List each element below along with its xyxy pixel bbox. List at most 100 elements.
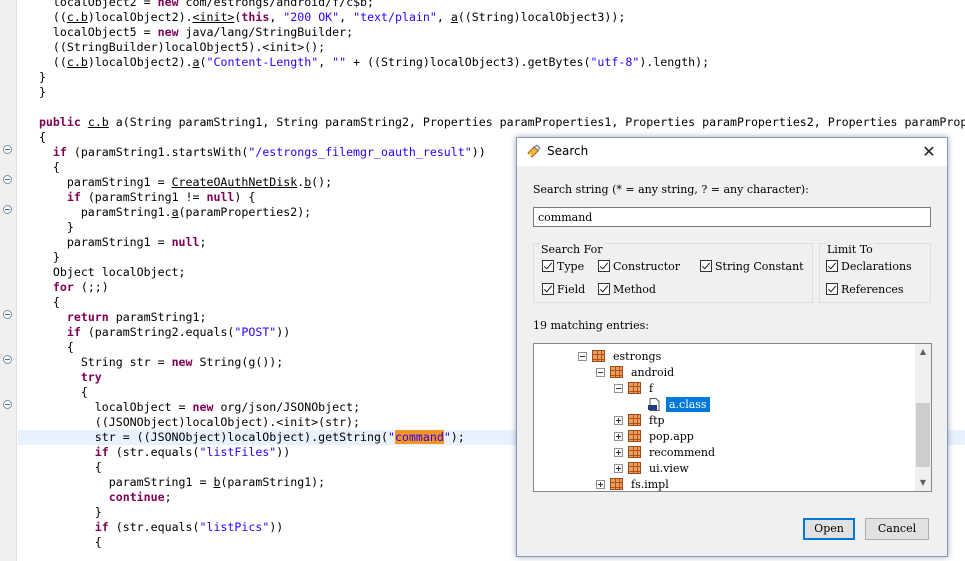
cancel-button[interactable]: Cancel	[865, 518, 929, 540]
tree-node-label: android	[631, 366, 675, 379]
code-line[interactable]: {	[18, 295, 60, 310]
code-line[interactable]: localObject5 = new java/lang/StringBuild…	[18, 25, 353, 40]
dialog-titlebar[interactable]: Search ✕	[517, 138, 947, 166]
code-line[interactable]: ((c.b)localObject2).<init>(this, "200 OK…	[18, 10, 625, 25]
close-button[interactable]: ✕	[917, 141, 941, 163]
code-line[interactable]: if (paramString1.startsWith("/estrongs_f…	[18, 145, 486, 160]
code-line[interactable]: if (str.equals("listPics"))	[18, 520, 284, 535]
references-checkbox[interactable]: References	[826, 283, 904, 296]
fold-collapse-icon[interactable]	[3, 310, 12, 319]
package-icon	[610, 366, 623, 378]
code-line[interactable]: paramString1 = CreateOAuthNetDisk.b();	[18, 175, 332, 190]
code-line[interactable]: ((StringBuilder)localObject5).<init>();	[18, 40, 325, 55]
tree-node[interactable]: fs.impl	[534, 477, 916, 491]
package-icon	[628, 446, 641, 458]
field-checkbox-label: Field	[557, 283, 586, 296]
code-line[interactable]: continue;	[18, 490, 172, 505]
code-line[interactable]: paramString1.a(paramProperties2);	[18, 205, 311, 220]
collapse-minus-icon[interactable]	[578, 352, 587, 361]
code-line[interactable]: return paramString1;	[18, 310, 207, 325]
tree-node-label: fs.impl	[631, 478, 669, 491]
code-line[interactable]: public c.b a(String paramString1, String…	[18, 115, 965, 130]
code-line[interactable]: for (;;)	[18, 280, 109, 295]
results-tree[interactable]: estrongs android f a.class ftp pop.app recomme…	[533, 343, 932, 492]
type-checkbox-label: Type	[557, 260, 585, 273]
code-line[interactable]: }	[18, 70, 46, 85]
references-checkbox-label: References	[841, 283, 904, 296]
code-line[interactable]: if (str.equals("listFiles"))	[18, 445, 290, 460]
scroll-up-arrow-icon[interactable]: ▲	[915, 344, 931, 360]
expand-plus-icon[interactable]	[614, 464, 623, 473]
limit-to-group: Limit To Declarations References	[819, 243, 931, 303]
fold-collapse-icon[interactable]	[3, 400, 12, 409]
constructor-checkbox[interactable]: Constructor	[598, 260, 680, 273]
type-checkbox[interactable]: Type	[542, 260, 584, 273]
string-constant-checkbox[interactable]: String Constant	[700, 260, 804, 273]
search-input[interactable]	[533, 207, 931, 227]
code-line[interactable]: localObject2 = new com/estrongs/android/…	[18, 0, 374, 10]
tree-node[interactable]: ui.view	[534, 461, 916, 476]
code-line[interactable]: {	[18, 130, 46, 145]
tree-node[interactable]: ftp	[534, 413, 916, 428]
dialog-title: Search	[547, 144, 589, 158]
code-line[interactable]: ((JSONObject)localObject).<init>(str);	[18, 415, 360, 430]
expand-plus-icon[interactable]	[614, 416, 623, 425]
fold-collapse-icon[interactable]	[3, 175, 12, 184]
fold-collapse-icon[interactable]	[3, 355, 12, 364]
tree-node[interactable]: estrongs	[534, 349, 916, 364]
checkbox-check-icon	[700, 260, 712, 272]
code-line[interactable]: {	[18, 385, 88, 400]
editor-gutter	[0, 0, 17, 561]
tree-node[interactable]: android	[534, 365, 916, 380]
constructor-checkbox-label: Constructor	[613, 260, 680, 273]
collapse-minus-icon[interactable]	[614, 384, 623, 393]
fold-collapse-icon[interactable]	[3, 145, 12, 154]
code-line[interactable]: ((c.b)localObject2).a("Content-Length", …	[18, 55, 709, 70]
scroll-down-arrow-icon[interactable]: ▼	[915, 475, 931, 491]
code-line[interactable]: paramString1 = b(paramString1);	[18, 475, 325, 490]
code-line[interactable]: if (paramString2.equals("POST"))	[18, 325, 290, 340]
code-line[interactable]: paramString1 = null;	[18, 235, 207, 250]
tree-node-label: ftp	[649, 414, 665, 427]
collapse-minus-icon[interactable]	[596, 368, 605, 377]
package-icon	[628, 382, 641, 394]
open-button[interactable]: Open	[803, 518, 855, 540]
tree-vertical-scrollbar[interactable]: ▲ ▼	[915, 344, 931, 491]
package-icon	[628, 414, 641, 426]
checkbox-check-icon	[542, 283, 554, 295]
code-line[interactable]: {	[18, 535, 102, 550]
declarations-checkbox[interactable]: Declarations	[826, 260, 912, 273]
tree-node[interactable]: pop.app	[534, 429, 916, 444]
code-line[interactable]	[18, 100, 39, 115]
code-line[interactable]: if (paramString1 != null) {	[18, 190, 255, 205]
field-checkbox[interactable]: Field	[542, 283, 585, 296]
code-line[interactable]: }	[18, 250, 60, 265]
tree-node-label-selected: a.class	[666, 397, 710, 412]
expand-plus-icon[interactable]	[614, 448, 623, 457]
tree-node[interactable]: f	[534, 381, 916, 396]
code-line[interactable]: }	[18, 85, 46, 100]
limit-to-title: Limit To	[826, 243, 874, 256]
search-string-label: Search string (* = any string, ? = any c…	[533, 183, 809, 196]
code-line[interactable]: String str = new String(g());	[18, 355, 283, 370]
code-line[interactable]: {	[18, 160, 60, 175]
tree-node[interactable]: recommend	[534, 445, 916, 460]
method-checkbox[interactable]: Method	[598, 283, 656, 296]
package-icon	[610, 478, 623, 490]
tree-node[interactable]: a.class	[534, 397, 916, 412]
fold-collapse-icon[interactable]	[3, 205, 12, 214]
scrollbar-thumb[interactable]	[916, 403, 930, 467]
checkbox-check-icon	[598, 260, 610, 272]
code-line[interactable]: Object localObject;	[18, 265, 186, 280]
code-line[interactable]: localObject = new org/json/JSONObject;	[18, 400, 360, 415]
code-line[interactable]: {	[18, 340, 74, 355]
search-for-title: Search For	[540, 243, 604, 256]
string-constant-checkbox-label: String Constant	[715, 260, 804, 273]
tree-node-label: f	[649, 382, 654, 395]
expand-plus-icon[interactable]	[614, 432, 623, 441]
expand-plus-icon[interactable]	[596, 480, 605, 489]
code-line[interactable]: try	[18, 370, 102, 385]
code-line[interactable]: }	[18, 220, 74, 235]
code-line[interactable]: }	[18, 505, 102, 520]
code-line[interactable]: {	[18, 460, 102, 475]
